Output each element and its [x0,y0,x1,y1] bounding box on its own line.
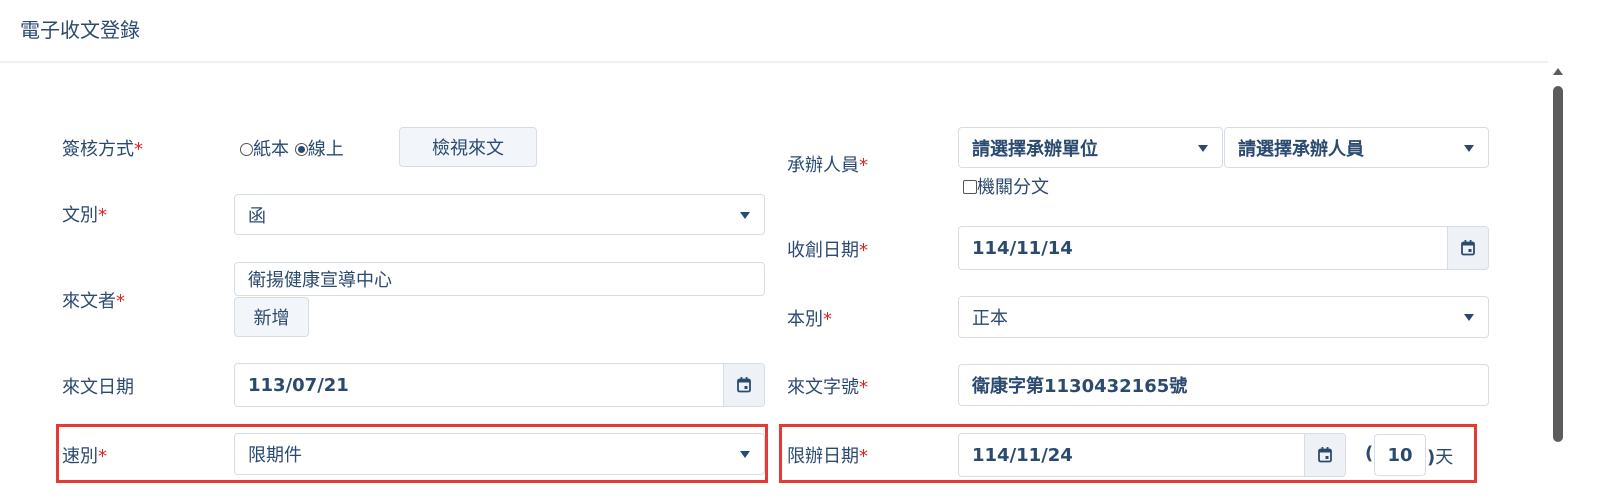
sent-date-label: 來文日期 [62,377,134,398]
deadline-days-open-paren: ( [1365,443,1374,464]
view-incoming-doc-button[interactable]: 檢視來文 [399,127,537,167]
agency-split-option[interactable]: 機關分文 [963,173,1049,199]
page-title: 電子收文登錄 [20,18,140,42]
doc-number-label: 來文字號* [787,377,868,398]
deadline-calendar-button[interactable] [1304,434,1345,476]
agency-split-label: 機關分文 [977,177,1049,198]
radio-paper[interactable] [240,143,253,156]
calendar-icon [1461,240,1475,256]
deadline-date-input[interactable]: 114/11/24 [958,433,1346,477]
agency-split-checkbox[interactable] [963,180,977,194]
copy-type-value: 正本 [972,308,1008,329]
deadline-days-suffix: )天 [1427,447,1454,468]
speed-label: 速別* [62,446,107,467]
doc-type-value: 函 [248,205,266,227]
deadline-label: 限辦日期* [787,446,868,467]
chevron-down-icon [740,211,750,219]
radio-online-label: 線上 [307,139,344,160]
doc-type-label: 文別* [62,205,107,226]
header-divider [0,61,1548,63]
sender-value: 衛揚健康宣導中心 [248,270,392,291]
sent-date-value: 113/07/21 [248,374,349,396]
copy-type-label: 本別* [787,309,832,330]
doc-type-select[interactable]: 函 [234,194,765,235]
sign-method-label: 簽核方式* [62,139,143,160]
copy-type-select[interactable]: 正本 [958,296,1489,338]
chevron-down-icon [1198,144,1208,152]
radio-paper-label: 紙本 [253,139,289,160]
deadline-date-value: 114/11/24 [972,444,1073,466]
speed-select[interactable]: 限期件 [234,433,765,475]
received-date-input[interactable]: 114/11/14 [958,226,1489,270]
sent-date-calendar-button[interactable] [723,364,764,406]
scroll-up-arrow-icon[interactable] [1553,68,1563,75]
calendar-icon [1318,447,1332,463]
handler-person-select[interactable]: 請選擇承辦人員 [1224,127,1489,168]
scrollbar-thumb[interactable] [1553,86,1563,442]
chevron-down-icon [1464,144,1474,152]
sign-method-radio-group: 紙本 線上 [240,135,344,161]
handler-unit-placeholder: 請選擇承辦單位 [972,138,1098,160]
received-date-label: 收創日期* [787,240,868,261]
received-date-value: 114/11/14 [972,237,1073,259]
handler-label: 承辦人員* [787,155,868,176]
speed-value: 限期件 [248,445,302,466]
handler-unit-select[interactable]: 請選擇承辦單位 [958,127,1223,168]
sender-label: 來文者* [62,291,125,312]
sender-input[interactable]: 衛揚健康宣導中心 [234,262,765,296]
sent-date-input[interactable]: 113/07/21 [234,363,765,407]
chevron-down-icon [740,451,750,458]
radio-online[interactable] [294,143,308,156]
calendar-icon [737,377,751,393]
received-date-calendar-button[interactable] [1447,227,1488,269]
deadline-days-value: 10 [1387,444,1413,466]
doc-number-input[interactable]: 衛康字第1130432165號 [958,364,1489,406]
add-sender-button[interactable]: 新增 [234,297,309,337]
handler-person-placeholder: 請選擇承辦人員 [1238,138,1364,160]
doc-number-value: 衛康字第1130432165號 [972,376,1188,397]
deadline-days-input[interactable]: 10 [1374,434,1426,476]
chevron-down-icon [1464,314,1474,321]
